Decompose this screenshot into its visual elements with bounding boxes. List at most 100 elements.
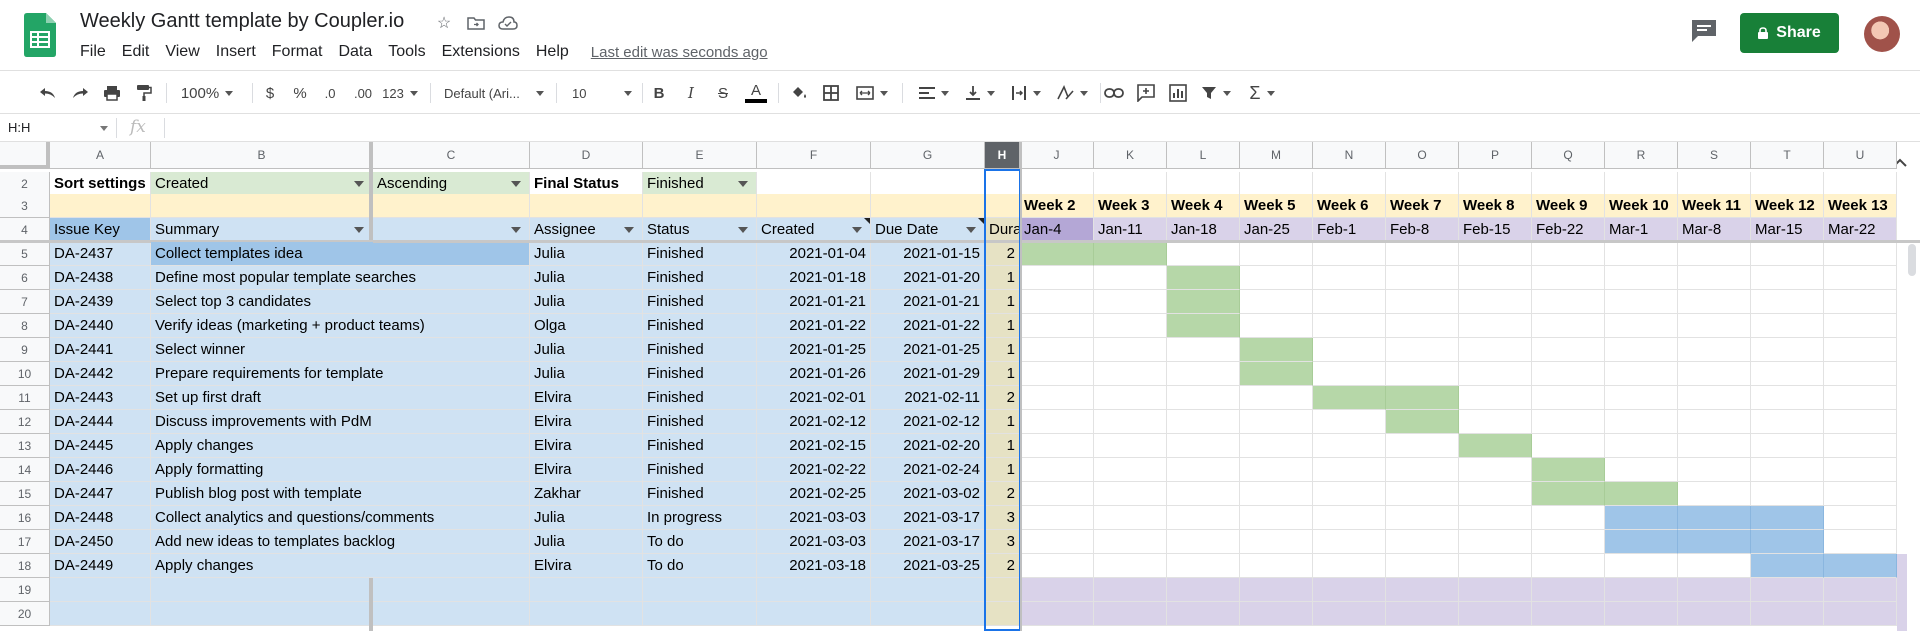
header-duration[interactable]: Dura: [985, 218, 1020, 242]
gantt-cell[interactable]: [1386, 338, 1459, 362]
duration-cell[interactable]: 1: [985, 290, 1020, 314]
duration-cell[interactable]: 2: [985, 386, 1020, 410]
vertical-scrollbar-thumb[interactable]: [1908, 244, 1916, 276]
row-header-11[interactable]: 11: [0, 386, 50, 410]
cell[interactable]: [757, 172, 871, 196]
summary-cell[interactable]: Publish blog post with template: [151, 482, 373, 506]
gantt-bar-cell[interactable]: [1240, 338, 1313, 362]
created-cell[interactable]: 2021-02-22: [757, 458, 871, 482]
gantt-cell[interactable]: [1824, 506, 1897, 530]
summary-cell[interactable]: Discuss improvements with PdM: [151, 410, 373, 434]
row-header-15[interactable]: 15: [0, 482, 50, 506]
gantt-bar-cell[interactable]: [1313, 386, 1386, 410]
gantt-cell[interactable]: [1313, 530, 1386, 554]
cell[interactable]: [1240, 172, 1313, 196]
paint-format-icon[interactable]: [132, 81, 156, 105]
sort-order-select[interactable]: Ascending: [373, 172, 530, 196]
assignee-cell[interactable]: Julia: [530, 362, 643, 386]
document-title[interactable]: Weekly Gantt template by Coupler.io: [80, 10, 404, 33]
gantt-cell[interactable]: [1532, 266, 1605, 290]
cell[interactable]: [643, 578, 757, 602]
gantt-cell[interactable]: [1459, 458, 1532, 482]
strikethrough-button[interactable]: S: [714, 81, 732, 105]
gantt-cell[interactable]: [1678, 458, 1751, 482]
cell[interactable]: [871, 194, 985, 218]
gantt-bar-cell[interactable]: [1167, 290, 1240, 314]
gantt-cell[interactable]: [1313, 266, 1386, 290]
assignee-cell[interactable]: Elvira: [530, 554, 643, 578]
cell[interactable]: [1605, 602, 1678, 626]
due-date-cell[interactable]: 2021-03-02: [871, 482, 985, 506]
gantt-cell[interactable]: [1824, 482, 1897, 506]
gantt-bar-cell[interactable]: [1020, 242, 1094, 266]
gantt-cell[interactable]: [1532, 290, 1605, 314]
row-header-3[interactable]: 3: [0, 194, 50, 218]
blank-cell[interactable]: [373, 290, 530, 314]
cell[interactable]: [871, 578, 985, 602]
summary-cell[interactable]: Apply changes: [151, 554, 373, 578]
gantt-cell[interactable]: [1678, 266, 1751, 290]
created-cell[interactable]: 2021-03-03: [757, 506, 871, 530]
cell[interactable]: [1167, 602, 1240, 626]
created-cell[interactable]: 2021-01-18: [757, 266, 871, 290]
status-cell[interactable]: Finished: [643, 482, 757, 506]
gantt-cell[interactable]: [1751, 362, 1824, 386]
due-date-cell[interactable]: 2021-01-21: [871, 290, 985, 314]
gantt-cell[interactable]: [1605, 458, 1678, 482]
issue-key-cell[interactable]: DA-2447: [50, 482, 151, 506]
select-all-corner[interactable]: [0, 142, 50, 169]
dropdown-arrow-icon[interactable]: [966, 226, 976, 233]
duration-cell[interactable]: 2: [985, 482, 1020, 506]
gantt-cell[interactable]: [1532, 434, 1605, 458]
duration-cell[interactable]: 1: [985, 314, 1020, 338]
summary-cell[interactable]: Apply formatting: [151, 458, 373, 482]
gantt-cell[interactable]: [1678, 434, 1751, 458]
font-family-select[interactable]: Default (Ari...: [444, 81, 544, 105]
row-header-2[interactable]: 2: [0, 172, 50, 196]
horizontal-align-icon[interactable]: [914, 81, 954, 105]
week-date[interactable]: Mar-8: [1678, 218, 1751, 242]
gantt-cell[interactable]: [1824, 458, 1897, 482]
gantt-cell[interactable]: [1386, 434, 1459, 458]
gantt-bar-cell[interactable]: [1532, 458, 1605, 482]
gantt-cell[interactable]: [1313, 362, 1386, 386]
cell[interactable]: [985, 172, 1020, 196]
gantt-cell[interactable]: [1020, 314, 1094, 338]
insert-link-icon[interactable]: [1102, 81, 1126, 105]
gantt-bar-cell[interactable]: [1605, 506, 1678, 530]
blank-cell[interactable]: [373, 410, 530, 434]
gantt-cell[interactable]: [1020, 386, 1094, 410]
cell[interactable]: [1459, 172, 1532, 196]
blank-cell[interactable]: [373, 242, 530, 266]
issue-key-cell[interactable]: DA-2441: [50, 338, 151, 362]
gantt-cell[interactable]: [1167, 338, 1240, 362]
gantt-cell[interactable]: [1824, 266, 1897, 290]
dropdown-arrow-icon[interactable]: [852, 226, 862, 233]
gantt-cell[interactable]: [1459, 386, 1532, 410]
cell[interactable]: [1167, 578, 1240, 602]
cell[interactable]: [1824, 578, 1897, 602]
week-label[interactable]: Week 7: [1386, 194, 1459, 218]
star-icon[interactable]: ☆: [433, 12, 455, 34]
gantt-cell[interactable]: [1459, 290, 1532, 314]
status-cell[interactable]: To do: [643, 530, 757, 554]
column-header-p[interactable]: P: [1459, 142, 1532, 169]
row-header-18[interactable]: 18: [0, 554, 50, 578]
duration-cell[interactable]: 1: [985, 362, 1020, 386]
gantt-cell[interactable]: [1386, 362, 1459, 386]
gantt-cell[interactable]: [1678, 290, 1751, 314]
gantt-cell[interactable]: [1313, 458, 1386, 482]
cell[interactable]: [1751, 602, 1824, 626]
duration-cell[interactable]: 1: [985, 338, 1020, 362]
gantt-cell[interactable]: [1167, 242, 1240, 266]
row-header-4[interactable]: 4: [0, 218, 50, 242]
cell[interactable]: [871, 172, 985, 196]
cell[interactable]: [1824, 172, 1897, 196]
gantt-cell[interactable]: [1824, 290, 1897, 314]
cell[interactable]: [50, 602, 151, 626]
gantt-cell[interactable]: [1020, 482, 1094, 506]
gantt-cell[interactable]: [1751, 386, 1824, 410]
gantt-cell[interactable]: [1386, 482, 1459, 506]
cell[interactable]: [1313, 172, 1386, 196]
assignee-cell[interactable]: Julia: [530, 266, 643, 290]
